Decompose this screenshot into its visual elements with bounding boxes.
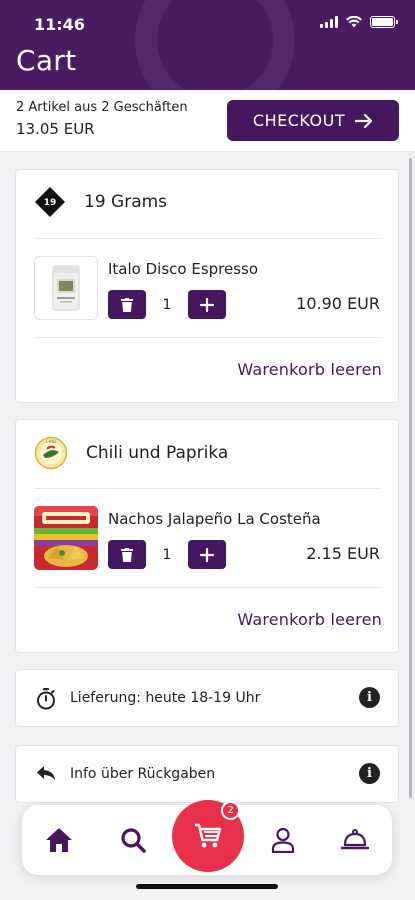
product-name: Nachos Jalapeño La Costeña (108, 510, 321, 528)
cart-summary-bar: 2 Artikel aus 2 Geschäften 13.05 EUR CHE… (0, 90, 415, 152)
clear-cart-link[interactable]: Warenkorb leeren (237, 610, 382, 629)
nav-orders[interactable] (340, 825, 370, 855)
quantity-stepper: 1 (108, 540, 226, 569)
battery-icon (370, 16, 398, 28)
shop-header: CHILI Chili und Paprika (34, 436, 228, 470)
product-price: 2.15 EUR (306, 544, 380, 563)
nachos-bag-image (34, 506, 98, 570)
signal-icon (320, 16, 338, 28)
shop-logo-chili-und-paprika: CHILI (34, 436, 68, 470)
shop-name: Chili und Paprika (86, 443, 229, 463)
plus-icon (200, 547, 214, 562)
svg-text:19: 19 (44, 198, 57, 208)
product-image[interactable] (34, 506, 98, 570)
quantity-value: 1 (162, 546, 172, 563)
returns-label: Info über Rückgaben (70, 766, 216, 782)
shop-card-chili-und-paprika: CHILI Chili und Paprika Nachos Jalapeño … (16, 420, 398, 652)
status-time: 11:46 (34, 15, 85, 34)
header-decoration (135, 0, 295, 90)
remove-item-button[interactable] (108, 540, 146, 569)
info-icon[interactable]: i (359, 687, 380, 708)
home-indicator[interactable] (136, 884, 278, 889)
returns-info-row[interactable]: Info über Rückgaben i (16, 746, 398, 802)
trash-icon (121, 297, 133, 312)
delivery-info-row[interactable]: Lieferung: heute 18-19 Uhr i (16, 670, 398, 726)
page-title: Cart (16, 44, 77, 77)
nav-home[interactable] (44, 825, 74, 855)
nav-search[interactable] (118, 825, 148, 855)
increase-quantity-button[interactable] (188, 290, 226, 319)
bottom-navigation: 2 (22, 800, 392, 875)
info-icon[interactable]: i (359, 763, 380, 784)
plus-icon (200, 297, 214, 312)
home-icon (46, 828, 72, 852)
divider (34, 337, 380, 338)
divider (34, 488, 380, 489)
arrow-right-icon (355, 113, 373, 128)
remove-item-button[interactable] (108, 290, 146, 319)
cart-badge: 2 (221, 801, 240, 820)
coffee-bag-image (52, 265, 80, 311)
cart-icon (195, 823, 222, 848)
status-icons (320, 16, 398, 28)
product-price: 10.90 EUR (296, 294, 380, 313)
trash-icon (121, 547, 133, 562)
cart-total: 13.05 EUR (16, 120, 95, 138)
checkout-button[interactable]: CHECKOUT (227, 100, 399, 141)
app-header: 11:46 Cart (0, 0, 415, 90)
reply-arrow-icon (37, 766, 55, 780)
scrollbar[interactable] (409, 158, 412, 798)
nav-cart[interactable]: 2 (172, 800, 244, 872)
user-icon (271, 827, 295, 853)
delivery-label: Lieferung: heute 18-19 Uhr (70, 690, 261, 706)
nav-profile[interactable] (268, 825, 298, 855)
cart-item-count: 2 Artikel aus 2 Geschäften (16, 100, 188, 115)
increase-quantity-button[interactable] (188, 540, 226, 569)
divider (34, 238, 380, 239)
quantity-value: 1 (162, 296, 172, 313)
clear-cart-link[interactable]: Warenkorb leeren (237, 360, 382, 379)
stopwatch-icon (37, 688, 55, 710)
wifi-icon (346, 16, 362, 28)
search-icon (121, 828, 146, 853)
shop-header: 19 19 Grams (34, 186, 167, 218)
product-image[interactable] (34, 256, 98, 320)
shop-name: 19 Grams (84, 192, 168, 212)
product-name: Italo Disco Espresso (108, 260, 259, 278)
checkout-label: CHECKOUT (252, 111, 346, 130)
shop-card-19-grams: 19 19 Grams Italo Disco Espresso 1 10.90… (16, 170, 398, 402)
shop-logo-19-grams: 19 (35, 187, 65, 217)
divider (34, 587, 380, 588)
quantity-stepper: 1 (108, 290, 226, 319)
cloche-icon (341, 829, 369, 850)
svg-text:CHILI: CHILI (46, 439, 56, 444)
